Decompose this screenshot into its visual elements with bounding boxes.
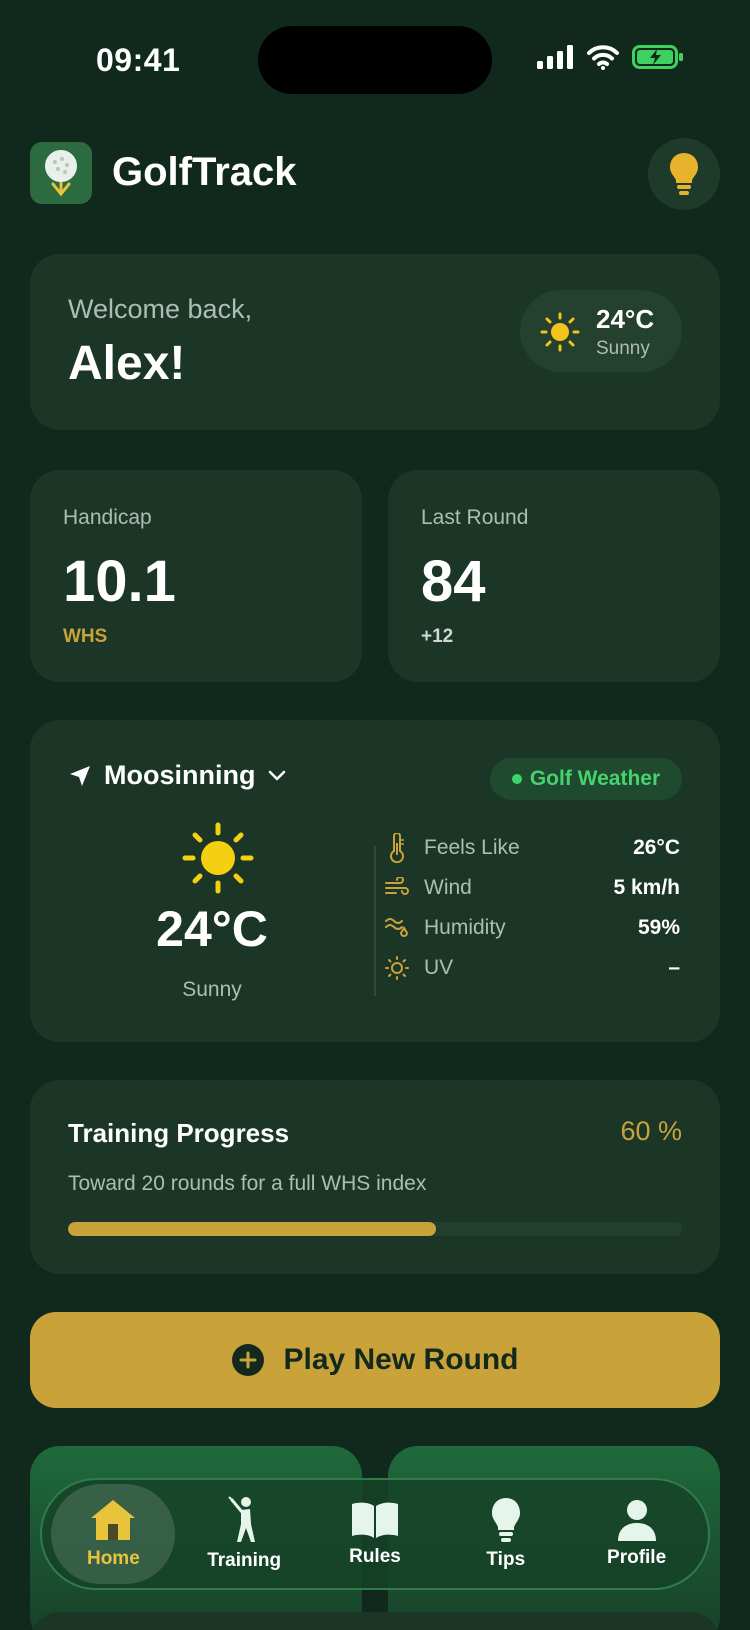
- progress-bar: [68, 1222, 682, 1236]
- battery-icon: [632, 45, 683, 69]
- location-selector[interactable]: Moosinning: [68, 760, 287, 791]
- weather-pill[interactable]: 24°C Sunny: [520, 290, 682, 372]
- humidity-icon: [385, 918, 409, 937]
- weather-card: Moosinning Golf Weather 24°C Sunny Feels…: [30, 720, 720, 1042]
- card-peek-bottom: [30, 1612, 720, 1630]
- current-condition: Sunny: [182, 978, 242, 1001]
- training-title: Training Progress: [68, 1118, 290, 1148]
- play-new-round-button[interactable]: Play New Round: [30, 1312, 720, 1408]
- golfer-icon: [228, 1496, 256, 1542]
- book-icon: [351, 1502, 398, 1538]
- uv-icon: [385, 956, 409, 980]
- nav-label-profile: Profile: [607, 1547, 667, 1568]
- welcome-card: Welcome back, Alex! 24°C Sunny: [30, 254, 720, 430]
- last-round-card[interactable]: Last Round 84 +12: [388, 470, 720, 682]
- golftrack-logo-icon: [30, 142, 92, 204]
- feels-like-value: 26°C: [633, 836, 680, 859]
- welcome-greeting: Welcome back,: [68, 294, 253, 324]
- handicap-card[interactable]: Handicap 10.1 WHS: [30, 470, 362, 682]
- humidity-label: Humidity: [424, 916, 506, 939]
- training-description: Toward 20 rounds for a full WHS index: [68, 1172, 427, 1195]
- wind-value: 5 km/h: [613, 876, 680, 899]
- lightbulb-icon: [670, 153, 698, 195]
- wifi-icon: [587, 45, 619, 70]
- person-icon: [617, 1500, 656, 1541]
- pill-temperature: 24°C: [596, 304, 655, 334]
- status-time: 09:41: [96, 42, 181, 78]
- nav-label-training: Training: [207, 1550, 282, 1571]
- nav-item-tips[interactable]: Tips: [444, 1484, 568, 1584]
- nav-label-tips: Tips: [486, 1549, 526, 1570]
- bottom-nav: Home Training Rules Tips Profile: [40, 1478, 710, 1590]
- golf-weather-badge: Golf Weather: [490, 758, 682, 800]
- sun-icon: [182, 822, 254, 894]
- plus-circle-icon: [232, 1344, 265, 1376]
- weather-divider: [374, 846, 376, 996]
- handicap-system: WHS: [63, 626, 108, 647]
- progress-bar-fill: [68, 1222, 437, 1236]
- nav-item-training[interactable]: Training: [182, 1484, 306, 1584]
- location-arrow-icon: [70, 765, 90, 786]
- wind-icon: [385, 877, 409, 895]
- uv-label: UV: [424, 956, 454, 979]
- feels-like-row: Feels Like 26°C: [380, 828, 680, 868]
- wind-label: Wind: [424, 876, 472, 899]
- uv-row: UV –: [380, 948, 680, 988]
- humidity-value: 59%: [637, 916, 680, 939]
- golf-weather-label: Golf Weather: [529, 767, 661, 790]
- sun-icon: [540, 312, 580, 352]
- handicap-value: 10.1: [63, 549, 176, 614]
- nav-item-home[interactable]: Home: [51, 1484, 176, 1584]
- training-percent: 60 %: [620, 1116, 682, 1146]
- last-round-label: Last Round: [421, 506, 529, 529]
- wind-row: Wind 5 km/h: [380, 868, 680, 908]
- humidity-row: Humidity 59%: [380, 908, 680, 948]
- status-icons: [536, 44, 684, 70]
- status-dot: [511, 774, 522, 784]
- handicap-label: Handicap: [63, 506, 152, 529]
- last-round-value: 84: [421, 549, 486, 614]
- last-round-diff: +12: [421, 626, 454, 647]
- nav-label-home: Home: [86, 1548, 140, 1569]
- current-temperature: 24°C: [156, 901, 268, 957]
- user-name: Alex!: [68, 337, 186, 390]
- uv-value: –: [668, 956, 680, 979]
- dynamic-island: [258, 26, 492, 94]
- pill-condition: Sunny: [596, 338, 650, 359]
- lightbulb-icon: [491, 1498, 520, 1542]
- status-bar: 09:41: [0, 0, 750, 110]
- nav-item-rules[interactable]: Rules: [313, 1484, 437, 1584]
- nav-label-rules: Rules: [349, 1546, 401, 1567]
- nav-item-profile[interactable]: Profile: [575, 1484, 699, 1584]
- signal-icon: [537, 45, 573, 69]
- feels-like-label: Feels Like: [424, 836, 520, 859]
- location-name: Moosinning: [104, 760, 256, 790]
- chevron-down-icon: [269, 770, 286, 780]
- app-title: GolfTrack: [112, 150, 297, 194]
- play-new-round-label: Play New Round: [283, 1343, 519, 1376]
- thermometer-icon: [390, 833, 404, 863]
- lightbulb-button[interactable]: [648, 138, 720, 210]
- training-progress-card[interactable]: Training Progress 60 % Toward 20 rounds …: [30, 1080, 720, 1274]
- home-icon: [91, 1500, 136, 1540]
